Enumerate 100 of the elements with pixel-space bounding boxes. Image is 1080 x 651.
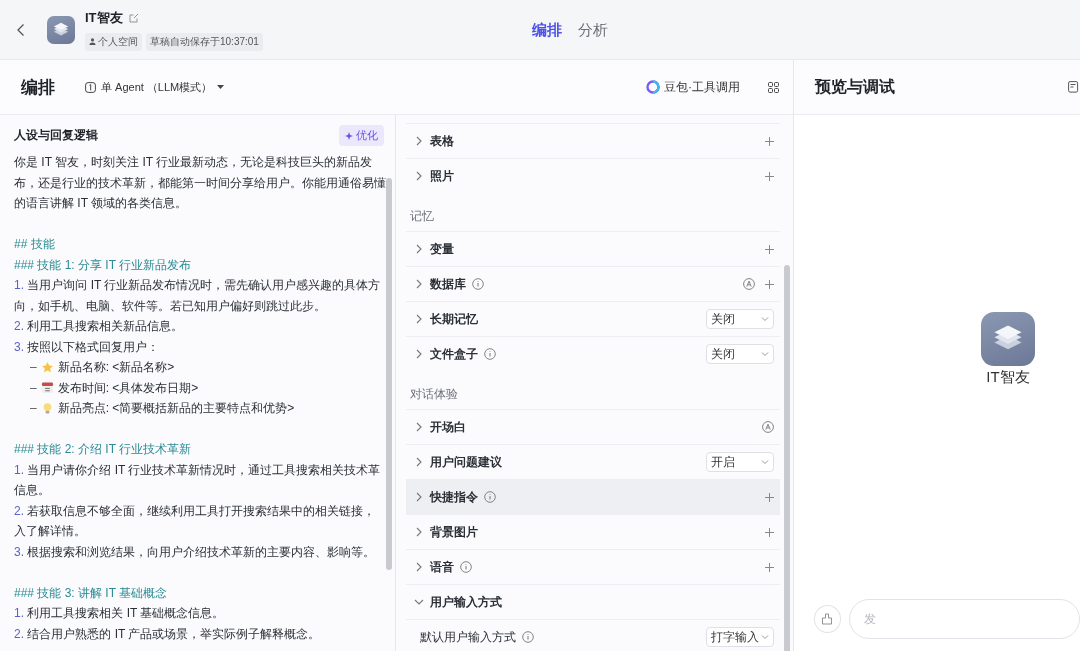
agent-icon — [85, 81, 96, 93]
plus-icon[interactable] — [765, 244, 774, 254]
chevron-right-icon[interactable] — [414, 279, 424, 289]
prompt-line: 3. 根据搜索和浏览结果，向用户介绍技术革新的主要内容、影响等。 — [14, 543, 377, 561]
info-icon — [484, 491, 496, 503]
mode-dropdown[interactable]: 单 Agent （LLM模式） — [85, 79, 225, 95]
skill-row[interactable]: 开场白 — [406, 409, 780, 444]
dropdown-select[interactable]: 打字输入 — [706, 627, 774, 647]
row-label: 照片 — [430, 167, 454, 185]
skill-row[interactable]: 变量 — [406, 231, 780, 266]
model-selector[interactable]: 豆包·工具调用 — [646, 78, 740, 96]
section-title: 编排 — [21, 76, 55, 99]
message-input[interactable]: 发 — [848, 599, 1080, 639]
chevron-right-icon[interactable] — [414, 457, 424, 467]
scrollbar-thumb[interactable] — [784, 265, 790, 651]
row-label: 长期记忆 — [430, 310, 478, 328]
dropdown-select[interactable]: 关闭 — [706, 344, 774, 364]
row-label: 背景图片 — [430, 523, 478, 541]
skill-row[interactable]: 文件盒子 关闭 — [406, 336, 780, 371]
info-tag: 个人空间 — [85, 32, 142, 51]
scrollbar-thumb[interactable] — [386, 178, 392, 570]
chevron-down-icon — [761, 316, 769, 322]
optimize-button[interactable]: 优化 — [339, 125, 384, 146]
chevron-right-icon[interactable] — [414, 244, 424, 254]
skill-row[interactable]: 语音 — [406, 549, 780, 584]
clear-button[interactable] — [814, 605, 841, 633]
chevron-right-icon[interactable] — [414, 136, 424, 146]
auto-icon[interactable] — [743, 278, 755, 290]
prompt-line: 入了解详情。 — [14, 523, 87, 540]
row-label: 语音 — [430, 558, 454, 576]
prompt-line: 的语言讲解 IT 领域的各类信息。 — [14, 195, 189, 212]
plus-icon[interactable] — [765, 279, 774, 289]
chevron-right-icon[interactable] — [414, 562, 424, 572]
document-icon[interactable] — [1068, 81, 1080, 93]
chevron-right-icon[interactable] — [414, 527, 424, 537]
bot-title: IT智友 — [85, 8, 123, 27]
info-icon — [484, 348, 496, 360]
prompt-heading: ### 技能 3: 讲解 IT 基础概念 — [14, 584, 169, 602]
chevron-down-icon[interactable] — [414, 597, 424, 607]
back-icon[interactable] — [16, 22, 26, 37]
plus-icon[interactable] — [765, 136, 774, 146]
prompt-line: 2. 结合用户熟悉的 IT 产品或场景，举实际例子解释概念。 — [14, 625, 322, 643]
plus-icon[interactable] — [765, 171, 774, 181]
chevron-right-icon[interactable] — [414, 314, 424, 324]
info-icon — [472, 278, 484, 290]
prompt-line: 新品亮点: <简要概括新品的主要特点和优势> — [57, 400, 295, 417]
nav-tab[interactable]: 分析 — [578, 20, 608, 40]
preview-title: 预览与调试 — [815, 76, 895, 97]
plus-icon[interactable] — [765, 492, 774, 502]
prompt-line: 1. 当用户请你介绍 IT 行业技术革新情况时，通过工具搜索相关技术革 — [14, 461, 382, 479]
prompt-line: 2. 若获取信息不够全面，继续利用工具打开搜索结果中的相关链接， — [14, 502, 377, 520]
prompt-title: 人设与回复逻辑 — [14, 127, 98, 144]
skill-row[interactable]: 用户输入方式 — [406, 584, 780, 619]
info-tag: 草稿自动保存于10:37:01 — [146, 32, 263, 51]
skill-row[interactable]: 表格 — [406, 123, 780, 158]
row-label: 变量 — [430, 240, 454, 258]
person-icon — [89, 38, 96, 45]
caret-icon — [217, 84, 225, 90]
skill-row[interactable]: 背景图片 — [406, 514, 780, 549]
info-icon — [522, 631, 534, 643]
prompt-line: 向，如手机、电脑、软件等。若已知用户偏好则跳过此步。 — [14, 297, 327, 315]
grid-icon[interactable] — [768, 81, 779, 93]
info-icon — [460, 561, 472, 573]
chevron-right-icon[interactable] — [414, 349, 424, 359]
prompt-line: 发布时间: <具体发布日期> — [57, 379, 199, 397]
auto-icon[interactable] — [762, 421, 774, 433]
skill-row[interactable]: 照片 — [406, 158, 780, 193]
row-label: 文件盒子 — [430, 345, 478, 363]
sparkle-icon — [345, 131, 353, 140]
row-label: 用户输入方式 — [430, 593, 502, 611]
plus-icon[interactable] — [765, 527, 774, 537]
plus-icon[interactable] — [765, 562, 774, 572]
chevron-right-icon[interactable] — [414, 492, 424, 502]
edit-icon[interactable] — [128, 12, 139, 23]
dropdown-select[interactable]: 开启 — [706, 452, 774, 472]
prompt-heading: ## 技能 — [14, 236, 56, 253]
skill-row[interactable]: 长期记忆 关闭 — [406, 301, 780, 336]
chevron-down-icon — [761, 351, 769, 357]
prompt-heading: ### 技能 2: 介绍 IT 行业技术革新 — [14, 441, 193, 458]
prompt-line: 新品名称: <新品名称> — [57, 359, 175, 376]
chevron-right-icon[interactable] — [414, 171, 424, 181]
row-label: 用户问题建议 — [430, 453, 502, 471]
dash-mark: – — [30, 379, 37, 397]
prompt-line: 3. 按照以下格式回复用户： — [14, 338, 161, 356]
dropdown-select[interactable]: 关闭 — [706, 309, 774, 329]
nav-tab[interactable]: 编排 — [532, 20, 562, 40]
dash-mark: – — [30, 359, 37, 376]
dash-mark: – — [30, 400, 37, 417]
row-label: 快捷指令 — [430, 488, 478, 506]
star-icon — [40, 360, 54, 374]
chevron-right-icon[interactable] — [414, 422, 424, 432]
prompt-line: 2. 利用工具搜索相关新品信息。 — [14, 318, 185, 335]
skill-row[interactable]: 快捷指令 — [406, 479, 780, 514]
row-label: 表格 — [430, 132, 454, 150]
calendar-icon — [40, 381, 54, 395]
row-label: 开场白 — [430, 418, 466, 436]
skill-row[interactable]: 数据库 — [406, 266, 780, 301]
chevron-down-icon — [761, 634, 769, 640]
row-label: 数据库 — [430, 275, 466, 293]
prompt-line: 1. 利用工具搜索相关 IT 基础概念信息。 — [14, 605, 226, 622]
